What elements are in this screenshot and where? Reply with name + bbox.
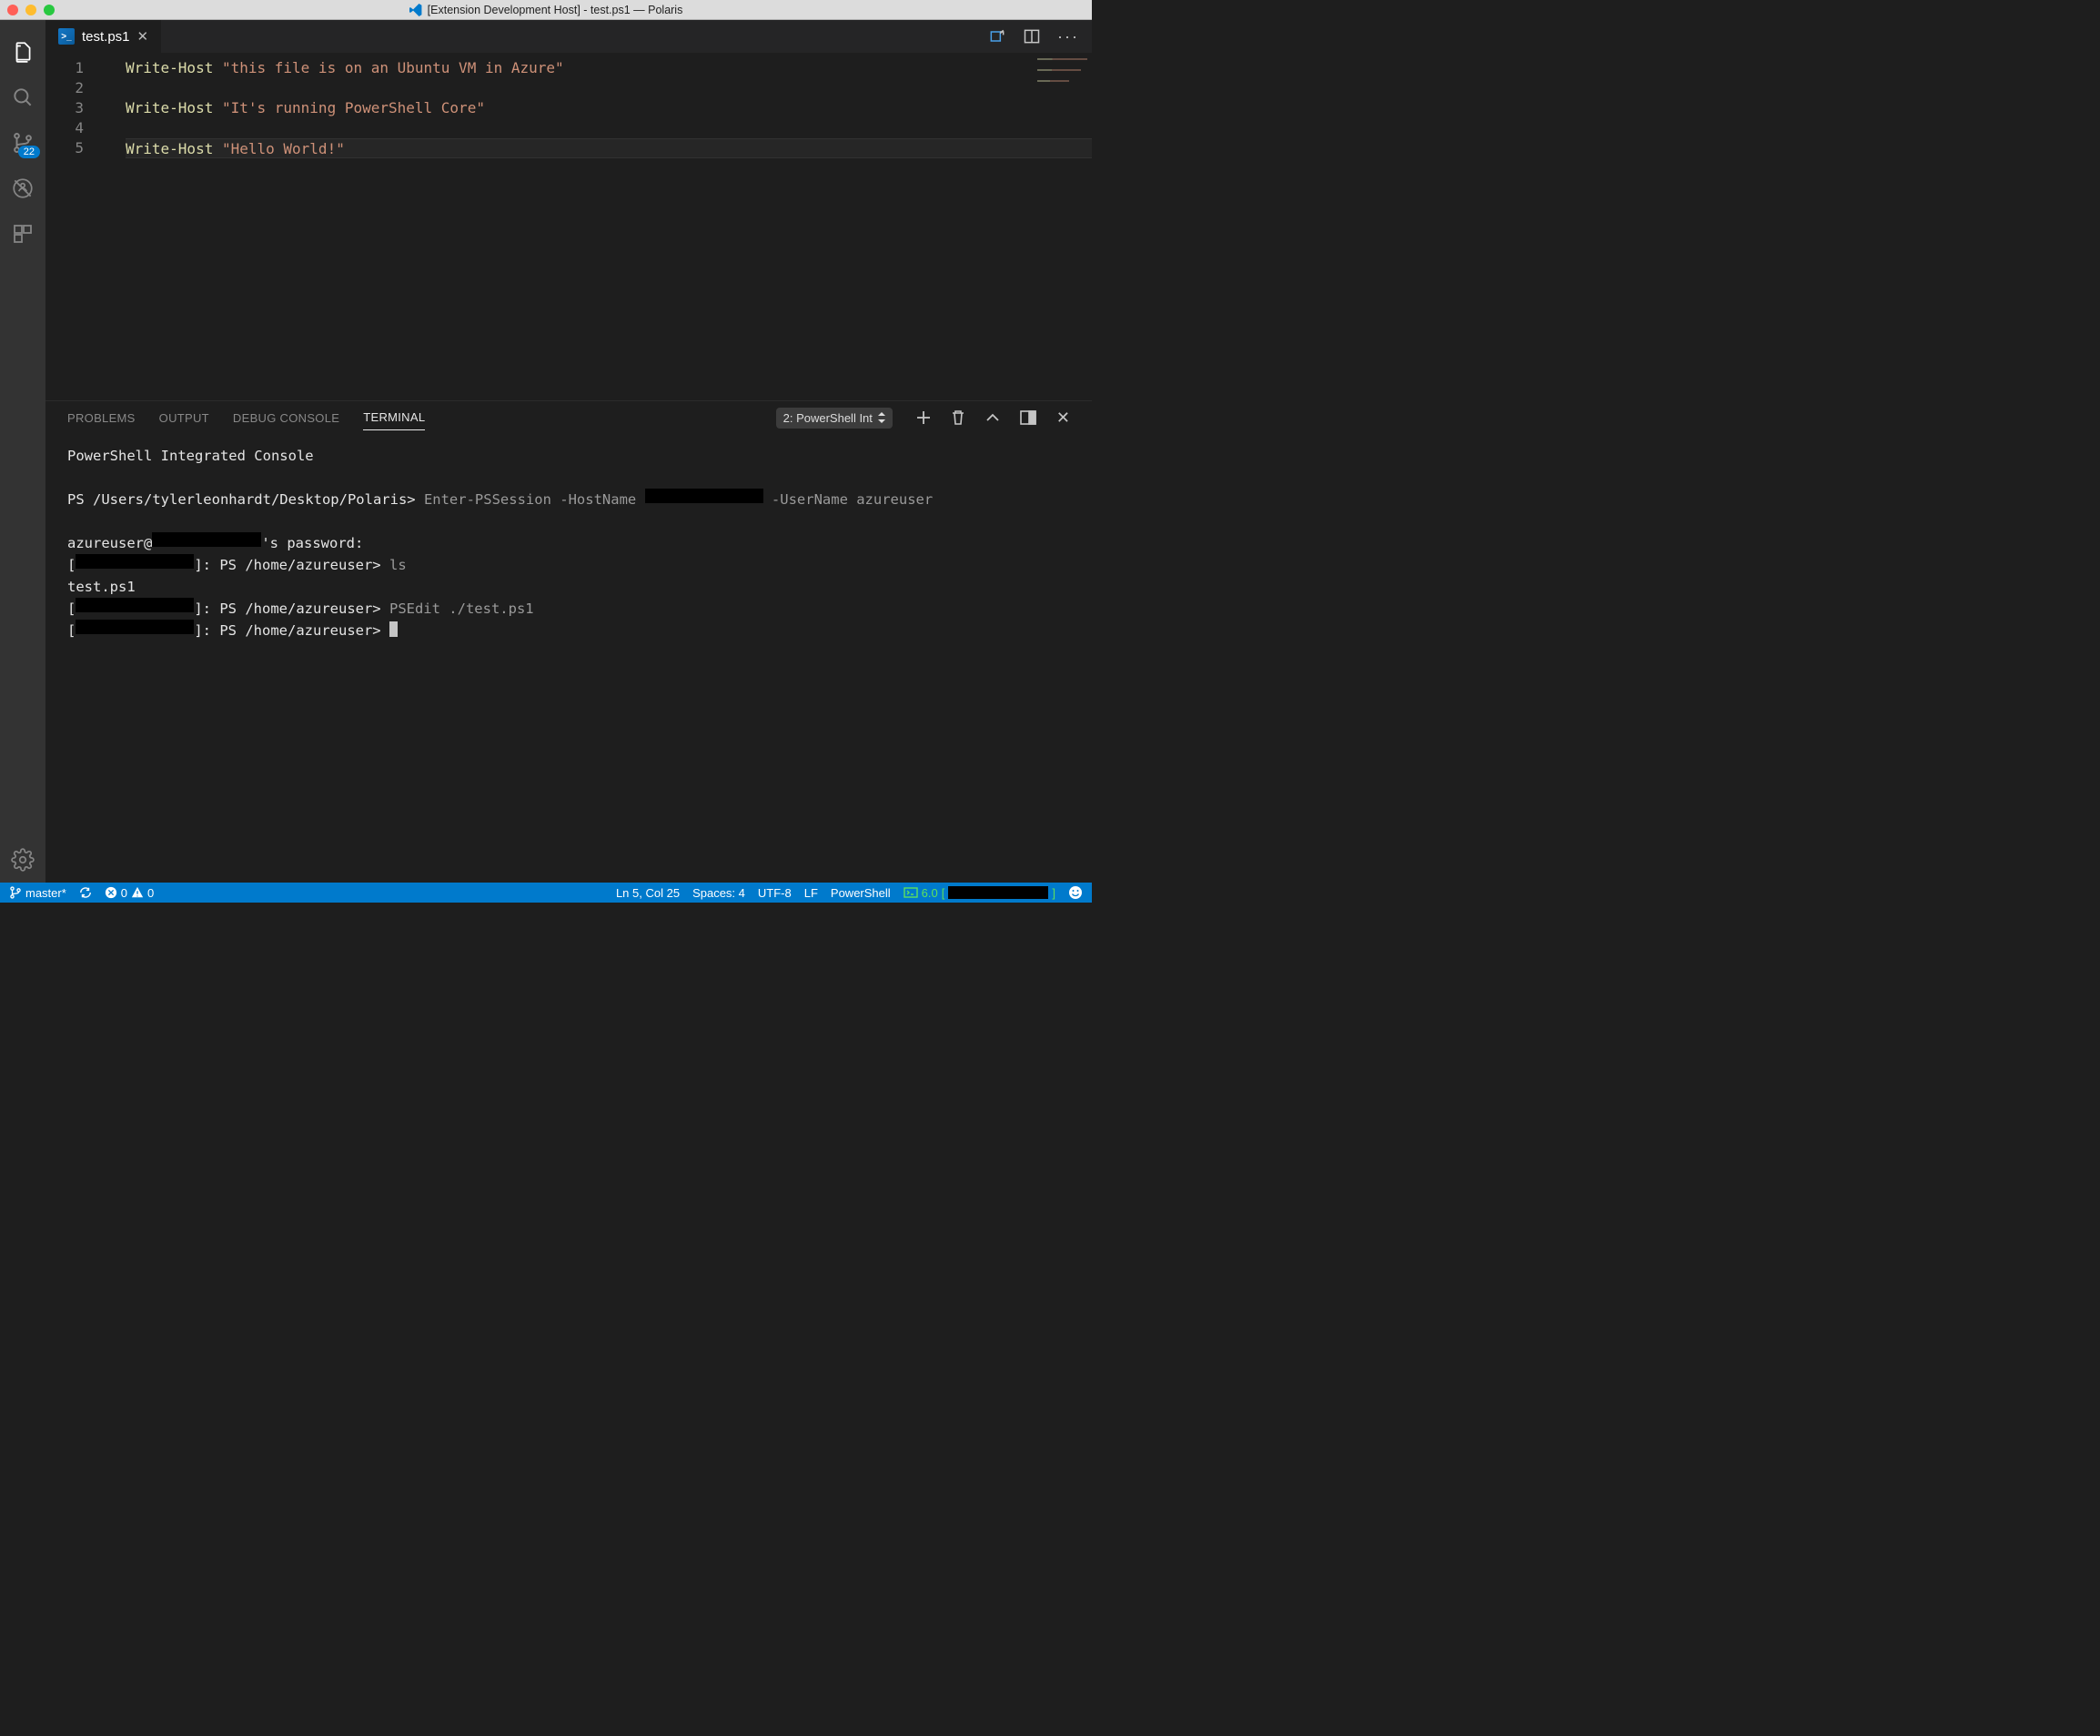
tab-output[interactable]: OUTPUT <box>159 411 209 425</box>
compare-changes-icon[interactable] <box>988 27 1006 45</box>
encoding[interactable]: UTF-8 <box>758 886 792 900</box>
sync-icon <box>79 886 92 899</box>
token-cmd: Write-Host <box>126 99 213 116</box>
minimap[interactable] <box>1037 58 1092 95</box>
cursor-position[interactable]: Ln 5, Col 25 <box>616 886 680 900</box>
debug-icon[interactable] <box>0 166 45 211</box>
explorer-icon[interactable] <box>0 29 45 75</box>
activitybar: 22 <box>0 20 45 883</box>
tab-debug-console[interactable]: DEBUG CONSOLE <box>233 411 339 425</box>
error-icon <box>105 886 117 899</box>
terminal-cursor <box>389 621 398 637</box>
titlebar[interactable]: [Extension Development Host] - test.ps1 … <box>0 0 1092 20</box>
error-count: 0 <box>121 886 127 900</box>
terminal-text: -UserName azureuser <box>763 491 934 508</box>
redacted-status <box>948 886 1048 899</box>
token-string: "Hello World!" <box>222 140 345 157</box>
more-actions-icon[interactable]: ··· <box>1057 27 1079 46</box>
indentation[interactable]: Spaces: 4 <box>692 886 745 900</box>
linenum: 5 <box>45 138 84 158</box>
maximize-panel-icon[interactable] <box>985 413 1000 422</box>
terminal-text: [ <box>67 601 76 617</box>
linenum: 3 <box>45 98 84 118</box>
terminal-text: azureuser@ <box>67 535 152 551</box>
token-cmd: Write-Host <box>126 140 213 157</box>
close-icon[interactable]: ✕ <box>137 28 149 45</box>
search-icon[interactable] <box>0 75 45 120</box>
minimize-window-icon[interactable] <box>25 5 36 15</box>
language-mode[interactable]: PowerShell <box>831 886 891 900</box>
git-branch[interactable]: master* <box>9 886 66 900</box>
kill-terminal-icon[interactable] <box>951 409 965 426</box>
editor[interactable]: 1 2 3 4 5 Write-Host "this file is on an… <box>45 53 1092 400</box>
tab-problems[interactable]: PROBLEMS <box>67 411 136 425</box>
line-gutter: 1 2 3 4 5 <box>45 53 100 400</box>
code-area[interactable]: Write-Host "this file is on an Ubuntu VM… <box>100 53 1092 400</box>
scm-badge: 22 <box>18 146 40 158</box>
git-branch-icon <box>9 886 22 899</box>
powershell-status[interactable]: 6.0 [] <box>904 886 1055 900</box>
bottom-panel: PROBLEMS OUTPUT DEBUG CONSOLE TERMINAL 2… <box>45 400 1092 883</box>
redacted-hostname <box>645 489 763 503</box>
linenum: 2 <box>45 78 84 98</box>
tab-terminal[interactable]: TERMINAL <box>363 410 425 430</box>
terminal-text: ]: PS /home/azureuser> <box>194 622 389 639</box>
terminal-text: ]: PS /home/azureuser> <box>194 557 389 573</box>
statusbar: master* 0 0 Ln 5, Col 25 Spaces: 4 UTF-8… <box>0 883 1092 903</box>
terminal-selector-label: 2: PowerShell Int <box>783 411 873 425</box>
terminal-text: [ <box>67 557 76 573</box>
ps-version: 6.0 <box>922 886 938 900</box>
close-window-icon[interactable] <box>7 5 18 15</box>
redacted-host <box>76 620 194 634</box>
eol[interactable]: LF <box>804 886 818 900</box>
linenum: 4 <box>45 118 84 138</box>
warning-count: 0 <box>147 886 154 900</box>
new-terminal-icon[interactable] <box>916 410 931 425</box>
terminal-selector[interactable]: 2: PowerShell Int <box>776 408 893 429</box>
traffic-lights <box>7 5 55 15</box>
terminal-prompt: PS /Users/tylerleonhardt/Desktop/Polaris… <box>67 491 416 508</box>
split-editor-icon[interactable] <box>1023 27 1041 45</box>
sync-button[interactable] <box>79 886 92 899</box>
powershell-file-icon: >_ <box>58 28 75 45</box>
terminal-text: Enter-PSSession -HostName <box>416 491 645 508</box>
source-control-icon[interactable]: 22 <box>0 120 45 166</box>
linenum: 1 <box>45 58 84 78</box>
terminal-header: PowerShell Integrated Console <box>67 448 314 464</box>
extensions-icon[interactable] <box>0 211 45 257</box>
tab-label: test.ps1 <box>82 29 130 45</box>
terminal-text: ls <box>389 557 407 573</box>
problems-button[interactable]: 0 0 <box>105 886 154 900</box>
vscode-icon <box>409 4 422 16</box>
token-cmd: Write-Host <box>126 59 213 76</box>
window-title: [Extension Development Host] - test.ps1 … <box>428 4 683 16</box>
token-string: "It's running PowerShell Core" <box>222 99 485 116</box>
token-string: "this file is on an Ubuntu VM in Azure" <box>222 59 564 76</box>
redacted-host <box>152 532 261 547</box>
terminal-text: PSEdit ./test.ps1 <box>389 601 534 617</box>
window-title-wrap: [Extension Development Host] - test.ps1 … <box>409 4 683 16</box>
settings-gear-icon[interactable] <box>0 837 45 883</box>
terminal[interactable]: PowerShell Integrated Console PS /Users/… <box>45 434 1092 883</box>
fullscreen-window-icon[interactable] <box>44 5 55 15</box>
feedback-icon[interactable] <box>1068 885 1083 900</box>
close-panel-icon[interactable]: ✕ <box>1056 409 1070 428</box>
terminal-text: test.ps1 <box>67 579 136 595</box>
terminal-text: 's password: <box>261 535 363 551</box>
chevron-updown-icon <box>878 412 885 423</box>
panel-tabs: PROBLEMS OUTPUT DEBUG CONSOLE TERMINAL 2… <box>45 401 1092 434</box>
warning-icon <box>131 886 144 899</box>
terminal-text: ]: PS /home/azureuser> <box>194 601 389 617</box>
redacted-host <box>76 598 194 612</box>
branch-name: master* <box>25 886 66 900</box>
move-panel-icon[interactable] <box>1020 410 1036 425</box>
terminal-text: [ <box>67 622 76 639</box>
tab-testps1[interactable]: >_ test.ps1 ✕ <box>45 20 162 53</box>
editor-tabs: >_ test.ps1 ✕ ··· <box>45 20 1092 53</box>
redacted-host <box>76 554 194 569</box>
terminal-icon <box>904 887 918 898</box>
